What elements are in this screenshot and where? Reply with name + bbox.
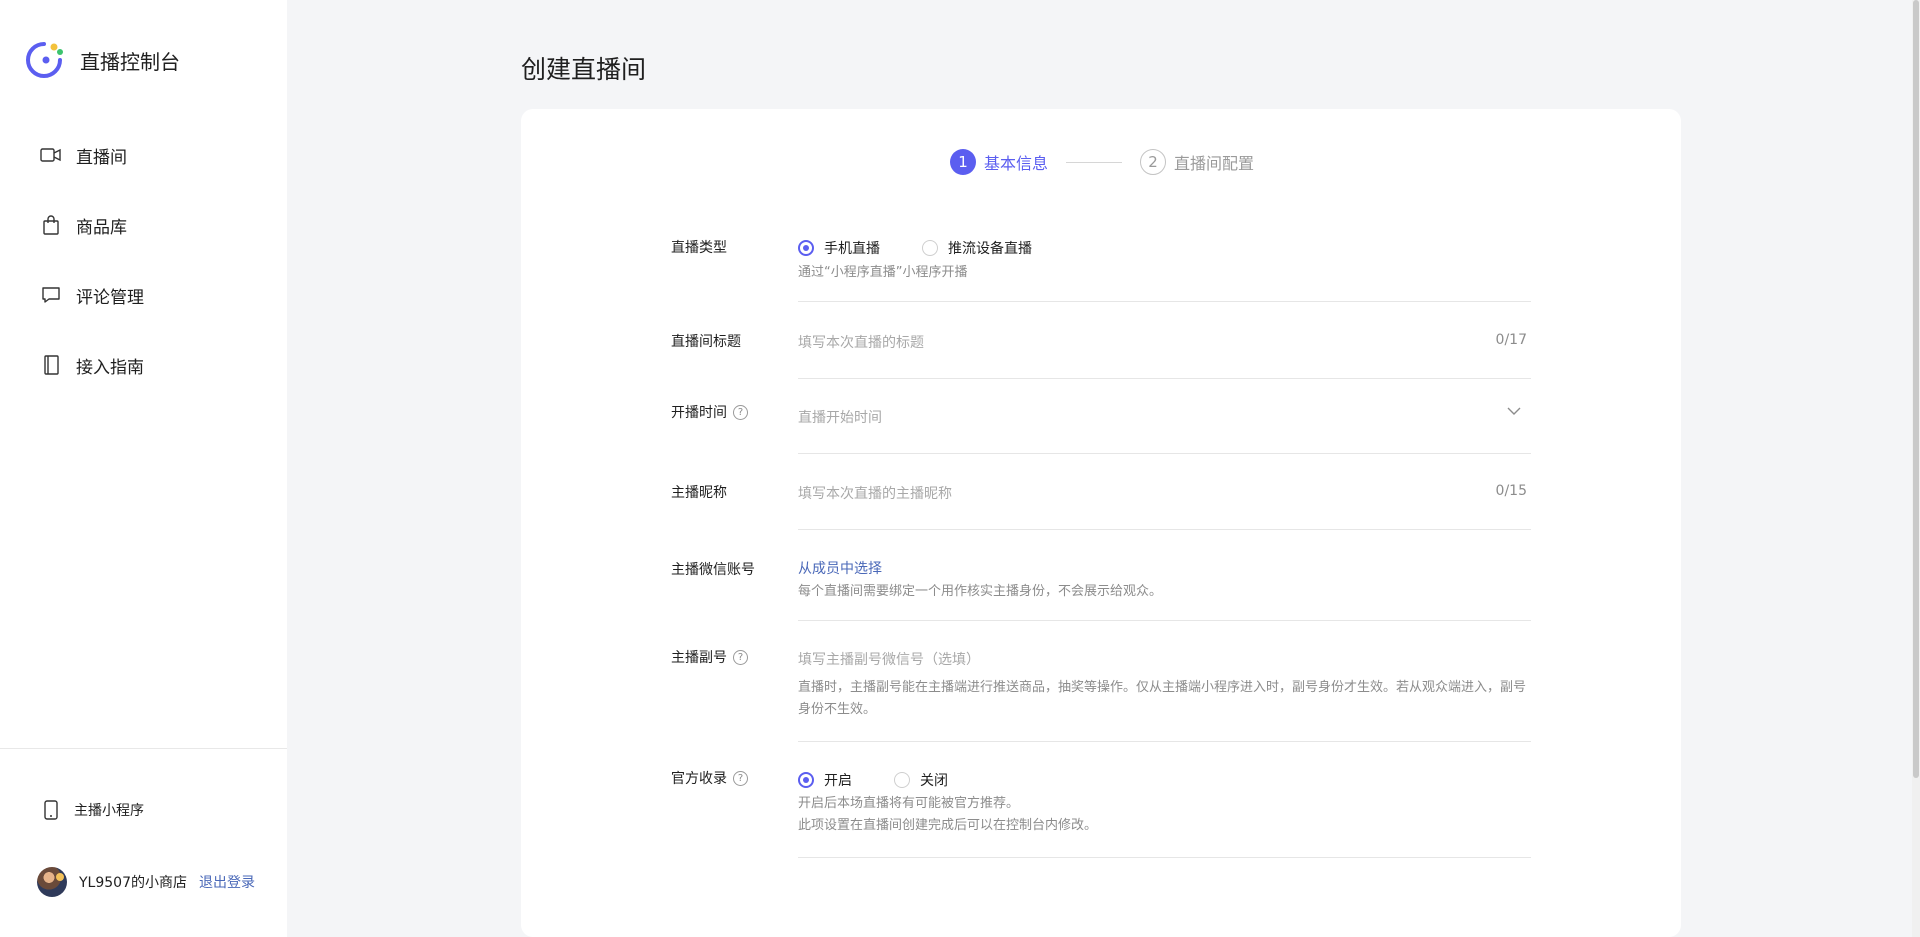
brand-logo-icon: [26, 42, 63, 78]
radio-label: 推流设备直播: [948, 241, 1032, 257]
phone-icon: [44, 800, 58, 820]
divider: [798, 857, 1531, 858]
official-hint-1: 开启后本场直播将有可能被官方推荐。: [798, 796, 1020, 811]
select-from-members-link[interactable]: 从成员中选择: [798, 561, 882, 577]
official-radio-group: 开启 关闭: [798, 770, 1531, 790]
sidebar-divider: [0, 748, 287, 749]
radio-dot: [894, 772, 910, 788]
anchor-nickname-counter: 0/15: [1495, 483, 1527, 499]
mini-app-link[interactable]: 主播小程序: [44, 800, 144, 820]
official-field: 开启 关闭 开启后本场直播将有可能被官方推荐。 此项设置在直播间创建完成后可以在…: [798, 770, 1531, 837]
step-label: 基本信息: [984, 154, 1049, 173]
radio-label: 手机直播: [824, 241, 880, 257]
radio-official-on[interactable]: 开启: [798, 770, 852, 790]
title-counter: 0/17: [1495, 332, 1527, 348]
radio-mobile-live[interactable]: 手机直播: [798, 238, 880, 258]
brand-title: 直播控制台: [80, 49, 180, 74]
sidebar-nav: 直播间 商品库 评论管理 接入指南: [40, 138, 144, 418]
sidebar-item-comments[interactable]: 评论管理: [40, 278, 144, 312]
assistant-hint: 直播时，主播副号能在主播端进行推送商品，抽奖等操作。仅从主播端小程序进入时，副号…: [798, 680, 1527, 717]
step-room-config: 2 直播间配置: [1140, 149, 1254, 175]
live-type-field: 手机直播 推流设备直播 通过“小程序直播”小程序开播: [798, 238, 1531, 284]
assistant-field: 直播时，主播副号能在主播端进行推送商品，抽奖等操作。仅从主播端小程序进入时，副号…: [798, 649, 1531, 721]
help-icon[interactable]: ?: [733, 404, 748, 420]
radio-label: 关闭: [920, 773, 948, 789]
title-field: 0/17: [798, 332, 1531, 354]
user-name: YL9507的小商店: [79, 875, 187, 891]
steps-indicator: 1 基本信息 2 直播间配置: [950, 149, 1254, 175]
help-icon[interactable]: ?: [733, 649, 748, 665]
step-connector: [1066, 161, 1123, 163]
user-info: YL9507的小商店 退出登录: [37, 867, 255, 897]
help-icon[interactable]: ?: [733, 770, 748, 786]
radio-push-device-live[interactable]: 推流设备直播: [922, 238, 1032, 258]
chevron-down-icon[interactable]: [1507, 404, 1521, 418]
sidebar-item-live-room[interactable]: 直播间: [40, 138, 144, 172]
shopping-bag-icon: [40, 214, 62, 236]
divider: [798, 529, 1531, 530]
divider: [798, 378, 1531, 379]
anchor-nickname-label: 主播昵称: [671, 485, 727, 501]
radio-label: 开启: [824, 773, 852, 789]
page-title: 创建直播间: [521, 55, 647, 84]
anchor-wechat-label: 主播微信账号: [671, 562, 755, 578]
official-label: 官方收录 ?: [671, 768, 748, 788]
anchor-nickname-input[interactable]: [798, 483, 1531, 505]
anchor-wechat-field: 从成员中选择 每个直播间需要绑定一个用作核实主播身份，不会展示给观众。: [798, 558, 1531, 603]
live-type-radio-group: 手机直播 推流设备直播: [798, 238, 1531, 258]
title-input[interactable]: [798, 332, 1531, 354]
start-time-field[interactable]: [798, 407, 1531, 429]
anchor-wechat-hint: 每个直播间需要绑定一个用作核实主播身份，不会展示给观众。: [798, 584, 1163, 599]
radio-dot: [922, 240, 938, 256]
logout-link[interactable]: 退出登录: [199, 872, 255, 892]
sidebar-item-product-library[interactable]: 商品库: [40, 208, 144, 242]
live-type-hint: 通过“小程序直播”小程序开播: [798, 265, 968, 280]
sidebar: 直播控制台 直播间 商品库 评论管理 接入指南 主播小程序 YL9507的小商店…: [0, 0, 287, 937]
video-camera-icon: [40, 144, 62, 166]
divider: [798, 741, 1531, 742]
comment-icon: [40, 284, 62, 306]
radio-dot: [798, 240, 814, 256]
sidebar-item-label: 评论管理: [76, 287, 144, 308]
sidebar-item-guide[interactable]: 接入指南: [40, 348, 144, 382]
start-time-label: 开播时间 ?: [671, 402, 748, 422]
mini-app-label: 主播小程序: [74, 803, 144, 819]
assistant-label: 主播副号 ?: [671, 647, 748, 667]
book-icon: [40, 354, 62, 376]
sidebar-item-label: 商品库: [76, 217, 127, 238]
avatar: [37, 867, 67, 897]
radio-official-off[interactable]: 关闭: [894, 770, 948, 790]
step-number: 2: [1140, 149, 1167, 175]
step-number: 1: [950, 149, 976, 175]
official-hint-2: 此项设置在直播间创建完成后可以在控制台内修改。: [798, 818, 1098, 833]
scrollbar[interactable]: [1912, 0, 1920, 937]
step-basic-info: 1 基本信息: [950, 149, 1048, 175]
divider: [798, 453, 1531, 454]
brand: 直播控制台: [24, 38, 180, 82]
radio-dot: [798, 772, 814, 788]
scrollbar-thumb[interactable]: [1913, 0, 1919, 778]
start-time-input[interactable]: [798, 407, 1531, 429]
sidebar-item-label: 直播间: [76, 147, 127, 168]
divider: [798, 620, 1531, 621]
sidebar-item-label: 接入指南: [76, 357, 144, 378]
step-label: 直播间配置: [1174, 154, 1255, 173]
divider: [798, 301, 1531, 302]
live-type-label: 直播类型: [671, 240, 727, 256]
anchor-nickname-field: 0/15: [798, 483, 1531, 505]
assistant-input[interactable]: [798, 649, 1531, 671]
title-label: 直播间标题: [671, 334, 741, 350]
